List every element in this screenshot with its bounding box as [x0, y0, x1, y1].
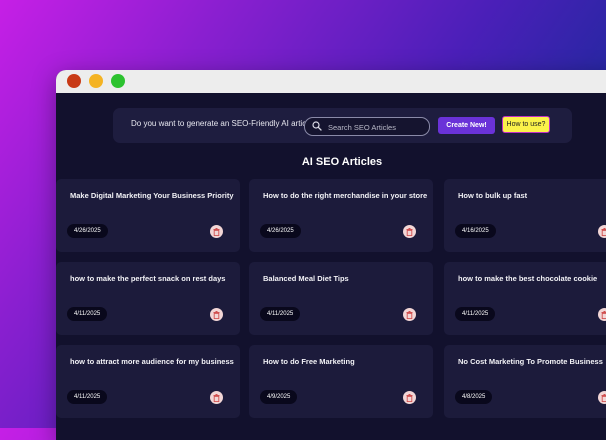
section-title: AI SEO Articles	[56, 156, 606, 168]
delete-article-button[interactable]	[210, 391, 223, 404]
trash-icon	[406, 228, 413, 236]
app-window: Do you want to generate an SEO-Friendly …	[56, 70, 606, 440]
article-card[interactable]: how to make the perfect snack on rest da…	[56, 262, 240, 335]
article-date: 4/11/2025	[260, 307, 300, 321]
delete-article-button[interactable]	[210, 225, 223, 238]
article-card[interactable]: how to make the best chocolate cookie 4/…	[444, 262, 606, 335]
trash-icon	[601, 228, 606, 236]
trash-icon	[406, 394, 413, 402]
article-card[interactable]: Balanced Meal Diet Tips 4/11/2025	[249, 262, 433, 335]
article-title[interactable]: No Cost Marketing To Promote Business	[458, 357, 606, 366]
minimize-window-button[interactable]	[89, 74, 103, 88]
search-icon	[312, 121, 322, 131]
article-date: 4/11/2025	[455, 307, 495, 321]
article-title[interactable]: how to attract more audience for my busi…	[70, 357, 240, 366]
article-title[interactable]: Balanced Meal Diet Tips	[263, 274, 433, 283]
article-date: 4/8/2025	[455, 390, 492, 404]
article-date: 4/11/2025	[67, 390, 107, 404]
article-title[interactable]: how to make the perfect snack on rest da…	[70, 274, 240, 283]
create-new-button[interactable]: Create New!	[438, 117, 495, 134]
trash-icon	[213, 394, 220, 402]
article-title[interactable]: Make Digital Marketing Your Business Pri…	[70, 191, 240, 200]
search-input[interactable]	[326, 119, 425, 135]
delete-article-button[interactable]	[403, 391, 416, 404]
article-card[interactable]: Make Digital Marketing Your Business Pri…	[56, 179, 240, 252]
generate-prompt-bar: Do you want to generate an SEO-Friendly …	[113, 108, 572, 143]
article-title[interactable]: How to bulk up fast	[458, 191, 606, 200]
window-titlebar	[56, 70, 606, 93]
article-date: 4/26/2025	[67, 224, 108, 238]
article-title[interactable]: How to do Free Marketing	[263, 357, 433, 366]
article-date: 4/9/2025	[260, 390, 297, 404]
article-card[interactable]: how to attract more audience for my busi…	[56, 345, 240, 418]
article-date: 4/16/2025	[455, 224, 496, 238]
search-box[interactable]	[304, 117, 430, 136]
article-date: 4/26/2025	[260, 224, 301, 238]
article-card[interactable]: How to do the right merchandise in your …	[249, 179, 433, 252]
main-content: Do you want to generate an SEO-Friendly …	[56, 93, 606, 440]
delete-article-button[interactable]	[403, 225, 416, 238]
delete-article-button[interactable]	[403, 308, 416, 321]
delete-article-button[interactable]	[598, 308, 606, 321]
article-card[interactable]: How to bulk up fast 4/16/2025	[444, 179, 606, 252]
how-to-use-button[interactable]: How to use?	[502, 116, 550, 133]
article-date: 4/11/2025	[67, 307, 107, 321]
trash-icon	[213, 311, 220, 319]
delete-article-button[interactable]	[210, 308, 223, 321]
generate-prompt-text: Do you want to generate an SEO-Friendly …	[131, 119, 317, 128]
delete-article-button[interactable]	[598, 391, 606, 404]
delete-article-button[interactable]	[598, 225, 606, 238]
trash-icon	[406, 311, 413, 319]
maximize-window-button[interactable]	[111, 74, 125, 88]
article-card[interactable]: No Cost Marketing To Promote Business 4/…	[444, 345, 606, 418]
close-window-button[interactable]	[67, 74, 81, 88]
article-title[interactable]: how to make the best chocolate cookie	[458, 274, 606, 283]
article-card[interactable]: How to do Free Marketing 4/9/2025	[249, 345, 433, 418]
trash-icon	[601, 311, 606, 319]
article-title[interactable]: How to do the right merchandise in your …	[263, 191, 433, 200]
trash-icon	[213, 228, 220, 236]
trash-icon	[601, 394, 606, 402]
